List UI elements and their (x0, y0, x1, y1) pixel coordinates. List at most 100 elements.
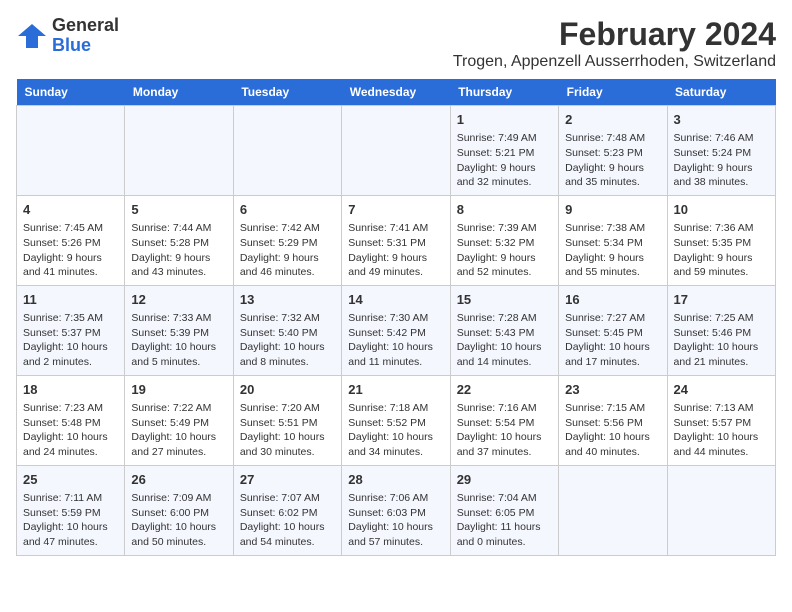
weekday-header: Sunday (17, 79, 125, 106)
calendar-cell (559, 465, 667, 555)
day-number: 25 (23, 471, 118, 489)
calendar-cell: 24Sunrise: 7:13 AM Sunset: 5:57 PM Dayli… (667, 375, 775, 465)
weekday-header: Wednesday (342, 79, 450, 106)
calendar-cell: 5 Sunrise: 7:44 AM Sunset: 5:28 PM Daylig… (125, 195, 233, 285)
calendar-cell: 3Sunrise: 7:46 AM Sunset: 5:24 PM Daylig… (667, 106, 775, 196)
calendar-cell: 20 Sunrise: 7:20 AM Sunset: 5:51 PM Dayli… (233, 375, 341, 465)
calendar-cell (342, 106, 450, 196)
calendar-table: SundayMondayTuesdayWednesdayThursdayFrid… (16, 79, 776, 556)
day-number: 29 (457, 471, 552, 489)
day-detail: Sunrise: 7:33 AM Sunset: 5:39 PM Dayligh… (131, 311, 226, 370)
day-detail: Sunrise: 7:15 AM Sunset: 5:56 PM Dayligh… (565, 401, 660, 460)
weekday-header: Friday (559, 79, 667, 106)
calendar-cell: 8 Sunrise: 7:39 AM Sunset: 5:32 PM Daylig… (450, 195, 558, 285)
day-detail: Sunrise: 7:48 AM Sunset: 5:23 PM Dayligh… (565, 131, 660, 190)
day-number: 4 (23, 201, 118, 219)
day-number: 22 (457, 381, 552, 399)
calendar-cell: 10 Sunrise: 7:36 AM Sunset: 5:35 PM Dayli… (667, 195, 775, 285)
calendar-week-row: 1 Sunrise: 7:49 AM Sunset: 5:21 PM Daylig… (17, 106, 776, 196)
weekday-header: Saturday (667, 79, 775, 106)
day-number: 12 (131, 291, 226, 309)
day-number: 1 (457, 111, 552, 129)
calendar-cell: 13 Sunrise: 7:32 AM Sunset: 5:40 PM Dayli… (233, 285, 341, 375)
day-number: 26 (131, 471, 226, 489)
calendar-cell (17, 106, 125, 196)
calendar-week-row: 11Sunrise: 7:35 AM Sunset: 5:37 PM Dayli… (17, 285, 776, 375)
calendar-cell: 6 Sunrise: 7:42 AM Sunset: 5:29 PM Daylig… (233, 195, 341, 285)
day-number: 23 (565, 381, 660, 399)
day-number: 3 (674, 111, 769, 129)
calendar-cell: 28 Sunrise: 7:06 AM Sunset: 6:03 PM Dayli… (342, 465, 450, 555)
day-detail: Sunrise: 7:42 AM Sunset: 5:29 PM Dayligh… (240, 221, 335, 280)
day-detail: Sunrise: 7:06 AM Sunset: 6:03 PM Dayligh… (348, 491, 443, 550)
logo: General Blue (16, 16, 119, 56)
calendar-cell: 29 Sunrise: 7:04 AM Sunset: 6:05 PM Dayli… (450, 465, 558, 555)
calendar-cell: 18 Sunrise: 7:23 AM Sunset: 5:48 PM Dayli… (17, 375, 125, 465)
day-detail: Sunrise: 7:11 AM Sunset: 5:59 PM Dayligh… (23, 491, 118, 550)
calendar-week-row: 18 Sunrise: 7:23 AM Sunset: 5:48 PM Dayli… (17, 375, 776, 465)
day-number: 9 (565, 201, 660, 219)
calendar-cell: 27 Sunrise: 7:07 AM Sunset: 6:02 PM Dayli… (233, 465, 341, 555)
day-detail: Sunrise: 7:16 AM Sunset: 5:54 PM Dayligh… (457, 401, 552, 460)
logo-icon (16, 22, 48, 50)
calendar-cell: 9Sunrise: 7:38 AM Sunset: 5:34 PM Daylig… (559, 195, 667, 285)
calendar-cell: 21 Sunrise: 7:18 AM Sunset: 5:52 PM Dayli… (342, 375, 450, 465)
day-number: 8 (457, 201, 552, 219)
day-number: 19 (131, 381, 226, 399)
calendar-cell: 2 Sunrise: 7:48 AM Sunset: 5:23 PM Daylig… (559, 106, 667, 196)
calendar-cell: 22 Sunrise: 7:16 AM Sunset: 5:54 PM Dayli… (450, 375, 558, 465)
day-detail: Sunrise: 7:23 AM Sunset: 5:48 PM Dayligh… (23, 401, 118, 460)
day-number: 14 (348, 291, 443, 309)
weekday-header: Thursday (450, 79, 558, 106)
day-number: 20 (240, 381, 335, 399)
day-detail: Sunrise: 7:45 AM Sunset: 5:26 PM Dayligh… (23, 221, 118, 280)
day-detail: Sunrise: 7:20 AM Sunset: 5:51 PM Dayligh… (240, 401, 335, 460)
day-number: 2 (565, 111, 660, 129)
day-detail: Sunrise: 7:07 AM Sunset: 6:02 PM Dayligh… (240, 491, 335, 550)
calendar-week-row: 25 Sunrise: 7:11 AM Sunset: 5:59 PM Dayli… (17, 465, 776, 555)
weekday-header: Tuesday (233, 79, 341, 106)
calendar-week-row: 4 Sunrise: 7:45 AM Sunset: 5:26 PM Daylig… (17, 195, 776, 285)
calendar-cell: 25 Sunrise: 7:11 AM Sunset: 5:59 PM Dayli… (17, 465, 125, 555)
calendar-cell: 17Sunrise: 7:25 AM Sunset: 5:46 PM Dayli… (667, 285, 775, 375)
day-number: 28 (348, 471, 443, 489)
calendar-cell: 23 Sunrise: 7:15 AM Sunset: 5:56 PM Dayli… (559, 375, 667, 465)
day-number: 5 (131, 201, 226, 219)
day-number: 7 (348, 201, 443, 219)
day-detail: Sunrise: 7:18 AM Sunset: 5:52 PM Dayligh… (348, 401, 443, 460)
calendar-cell: 11Sunrise: 7:35 AM Sunset: 5:37 PM Dayli… (17, 285, 125, 375)
calendar-cell: 26 Sunrise: 7:09 AM Sunset: 6:00 PM Dayli… (125, 465, 233, 555)
day-detail: Sunrise: 7:04 AM Sunset: 6:05 PM Dayligh… (457, 491, 552, 550)
calendar-cell (233, 106, 341, 196)
day-number: 10 (674, 201, 769, 219)
calendar-cell (125, 106, 233, 196)
day-number: 11 (23, 291, 118, 309)
day-number: 6 (240, 201, 335, 219)
day-detail: Sunrise: 7:49 AM Sunset: 5:21 PM Dayligh… (457, 131, 552, 190)
calendar-cell (667, 465, 775, 555)
day-detail: Sunrise: 7:25 AM Sunset: 5:46 PM Dayligh… (674, 311, 769, 370)
day-detail: Sunrise: 7:39 AM Sunset: 5:32 PM Dayligh… (457, 221, 552, 280)
day-number: 15 (457, 291, 552, 309)
calendar-cell: 19Sunrise: 7:22 AM Sunset: 5:49 PM Dayli… (125, 375, 233, 465)
month-title: February 2024 (453, 16, 776, 53)
calendar-cell: 1 Sunrise: 7:49 AM Sunset: 5:21 PM Daylig… (450, 106, 558, 196)
calendar-cell: 12 Sunrise: 7:33 AM Sunset: 5:39 PM Dayli… (125, 285, 233, 375)
day-number: 16 (565, 291, 660, 309)
day-detail: Sunrise: 7:44 AM Sunset: 5:28 PM Dayligh… (131, 221, 226, 280)
calendar-cell: 15 Sunrise: 7:28 AM Sunset: 5:43 PM Dayli… (450, 285, 558, 375)
day-number: 27 (240, 471, 335, 489)
logo-text: General Blue (52, 16, 119, 56)
calendar-cell: 4 Sunrise: 7:45 AM Sunset: 5:26 PM Daylig… (17, 195, 125, 285)
day-detail: Sunrise: 7:36 AM Sunset: 5:35 PM Dayligh… (674, 221, 769, 280)
day-detail: Sunrise: 7:28 AM Sunset: 5:43 PM Dayligh… (457, 311, 552, 370)
day-number: 24 (674, 381, 769, 399)
day-detail: Sunrise: 7:41 AM Sunset: 5:31 PM Dayligh… (348, 221, 443, 280)
day-detail: Sunrise: 7:32 AM Sunset: 5:40 PM Dayligh… (240, 311, 335, 370)
day-number: 21 (348, 381, 443, 399)
day-number: 18 (23, 381, 118, 399)
page-header: General Blue February 2024 Trogen, Appen… (16, 16, 776, 71)
weekday-header-row: SundayMondayTuesdayWednesdayThursdayFrid… (17, 79, 776, 106)
day-detail: Sunrise: 7:09 AM Sunset: 6:00 PM Dayligh… (131, 491, 226, 550)
day-number: 13 (240, 291, 335, 309)
